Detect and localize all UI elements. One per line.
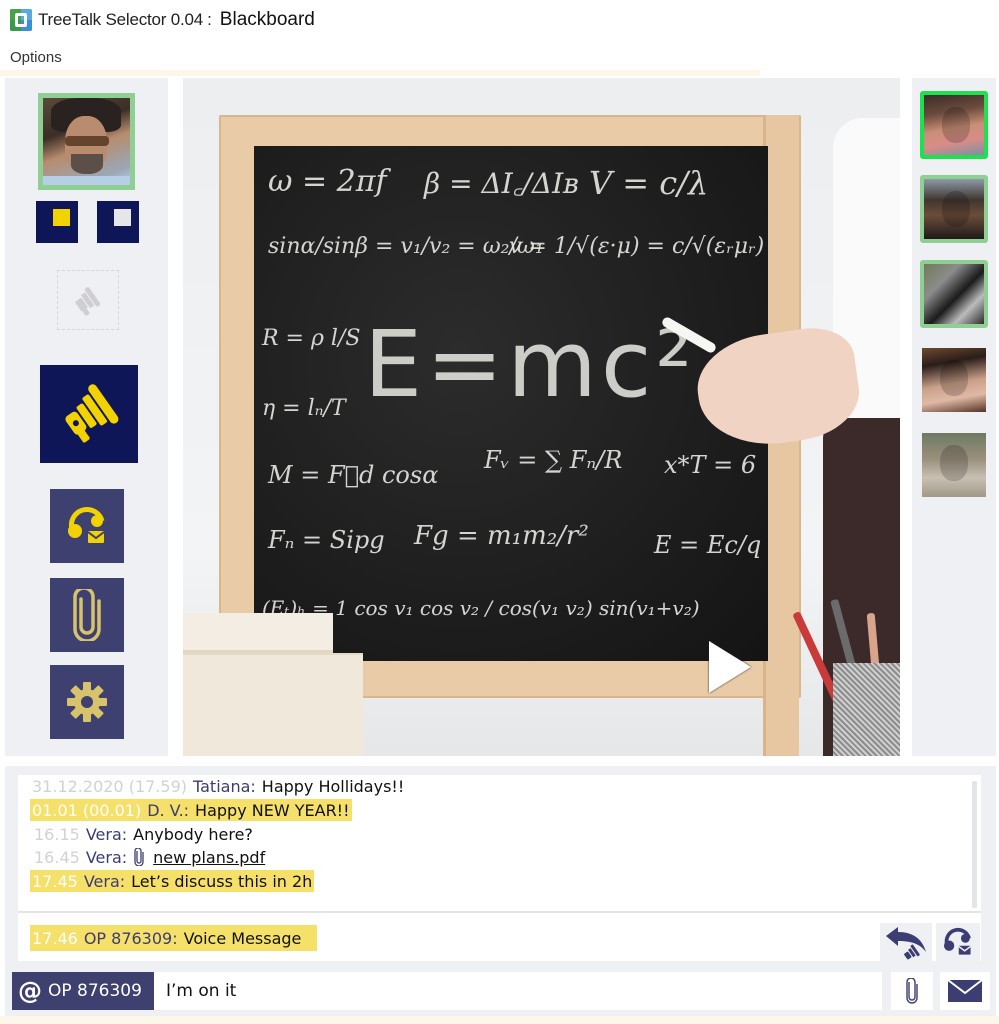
chat-message: 01.01 (00.01) D. V.: Happy NEW YEAR!!	[30, 799, 352, 821]
chalk-formula: E = Ec/q	[654, 531, 762, 559]
push-to-talk-button[interactable]	[40, 365, 138, 463]
contact-avatar[interactable]	[920, 175, 988, 243]
mention-recipient[interactable]: @ OP 876309	[12, 972, 154, 1010]
megaphone-disabled-icon	[75, 287, 101, 316]
contact-avatar[interactable]	[920, 91, 988, 159]
title-bar: TreeTalk Selector 0.04 : Blackboard	[0, 0, 999, 40]
title-separator: :	[207, 10, 212, 29]
main-video-view[interactable]: ω = 2πf β = ΔI꜀/ΔIʙ V = c/λ sinα/sinβ = …	[183, 78, 900, 756]
chalk-formula: Fg = m₁m₂/r²	[414, 521, 589, 551]
voice-reply-button[interactable]	[880, 923, 932, 961]
chalk-formula: β = ΔI꜀/ΔIʙ	[424, 167, 579, 200]
megaphone-icon	[65, 384, 119, 443]
chalk-formula: v = 1/√(ε·μ) = c/√(εᵣμᵣ)	[509, 234, 765, 259]
paperclip-icon	[134, 848, 144, 866]
chat-scrollbar[interactable]	[972, 781, 977, 908]
book	[183, 613, 333, 653]
message-sender: D. V.:	[147, 800, 190, 820]
chalk-emc2: E=mc²	[364, 311, 697, 418]
treetalk-logo-icon	[10, 9, 32, 31]
message-sender: Vera:	[85, 847, 128, 867]
send-button[interactable]	[940, 972, 990, 1010]
chalk-formula: sinα/sinβ = v₁/v₂ = ω₂/ω₁	[268, 234, 544, 259]
contact-avatar[interactable]	[922, 433, 986, 497]
message-sender: Vera:	[85, 824, 128, 844]
chalk-formula: M = F⃗d cosα	[268, 461, 439, 489]
message-sender: OP 876309:	[83, 928, 178, 948]
megaphone-disabled-button[interactable]	[57, 270, 119, 330]
pinned-message[interactable]: 17.46 OP 876309: Voice Message	[30, 925, 318, 951]
gear-icon	[67, 682, 107, 722]
app-title: TreeTalk Selector 0.04	[38, 10, 204, 29]
mention-target: OP 876309	[48, 981, 142, 1001]
document-title: Blackboard	[219, 9, 315, 30]
message-time: 17.45	[32, 871, 78, 891]
at-icon: @	[18, 977, 42, 1005]
attachment-link[interactable]: new plans.pdf	[153, 848, 265, 867]
message-text: Happy Hollidays!!	[261, 776, 405, 796]
paperclip-icon	[73, 589, 101, 641]
message-sender: Tatiana:	[192, 776, 256, 796]
contact-avatar[interactable]	[922, 348, 986, 412]
message-time: 17.46	[32, 928, 78, 948]
attach-file-button[interactable]	[891, 972, 933, 1010]
white-square-icon	[114, 209, 131, 226]
yellow-square-icon	[53, 209, 70, 226]
paperclip-icon	[906, 978, 918, 1004]
chalk-formula: V = c/λ	[589, 164, 709, 202]
menu-bar: Options	[0, 44, 999, 70]
message-text: Happy NEW YEAR!!	[195, 800, 350, 820]
message-text: Anybody here?	[133, 824, 253, 844]
blackboard: ω = 2πf β = ΔI꜀/ΔIʙ V = c/λ sinα/sinβ = …	[254, 146, 768, 661]
chat-message: 17.45 Vera: Let’s discuss this in 2h	[30, 870, 315, 892]
chat-divider	[18, 911, 981, 913]
contact-avatar[interactable]	[920, 260, 988, 328]
chalk-formula: Fₙ = Sipg	[268, 526, 385, 554]
message-input[interactable]	[154, 972, 882, 1010]
chalk-formula: Fᵥ = ∑ Fₙ/R	[484, 446, 623, 474]
message-text: Voice Message	[183, 928, 302, 948]
contacts-panel	[912, 78, 996, 756]
message-text: Let’s discuss this in 2h	[131, 871, 313, 891]
play-icon[interactable]	[709, 641, 751, 693]
status-toggle-white[interactable]	[97, 201, 139, 243]
chat-message: 31.12.2020 (17.59) Tatiana: Happy Hollid…	[30, 775, 406, 797]
chat-message: 16.15 Vera: Anybody here?	[32, 823, 255, 845]
status-toggle-yellow[interactable]	[36, 201, 78, 243]
left-toolbar	[5, 78, 168, 756]
menu-divider	[0, 70, 760, 76]
pencil-cup	[833, 663, 900, 756]
chat-log: 31.12.2020 (17.59) Tatiana: Happy Hollid…	[18, 775, 981, 961]
settings-button[interactable]	[50, 665, 124, 739]
blackboard-scene: ω = 2πf β = ΔI꜀/ΔIʙ V = c/λ sinα/sinβ = …	[183, 78, 900, 756]
message-sender: Vera:	[83, 871, 126, 891]
message-time: 16.45	[34, 847, 80, 867]
headset-mail-icon	[68, 507, 105, 543]
voicemail-reply-button[interactable]	[936, 923, 980, 961]
headset-mail-icon	[943, 927, 972, 955]
chat-panel: 31.12.2020 (17.59) Tatiana: Happy Hollid…	[5, 766, 996, 968]
user-avatar[interactable]	[38, 93, 135, 190]
chalk-formula: x*T = 6	[664, 451, 757, 479]
reply-voice-icon	[886, 927, 926, 960]
bottom-strip	[0, 1016, 999, 1024]
envelope-icon	[947, 979, 983, 1002]
attachments-button[interactable]	[50, 578, 124, 652]
message-composer: @ OP 876309	[5, 968, 996, 1016]
chalk-formula: ω = 2πf	[268, 164, 387, 199]
message-time: 16.15	[34, 824, 80, 844]
voicemail-button[interactable]	[50, 489, 124, 563]
chalk-formula: R = ρ l/S	[262, 326, 361, 351]
menu-options[interactable]: Options	[10, 49, 62, 66]
chalk-formula: η = lₙ/T	[262, 396, 346, 421]
message-time: 31.12.2020 (17.59)	[32, 776, 187, 796]
chat-message: 16.45 Vera: new plans.pdf	[32, 846, 267, 868]
book	[183, 653, 363, 756]
message-time: 01.01 (00.01)	[32, 800, 142, 820]
